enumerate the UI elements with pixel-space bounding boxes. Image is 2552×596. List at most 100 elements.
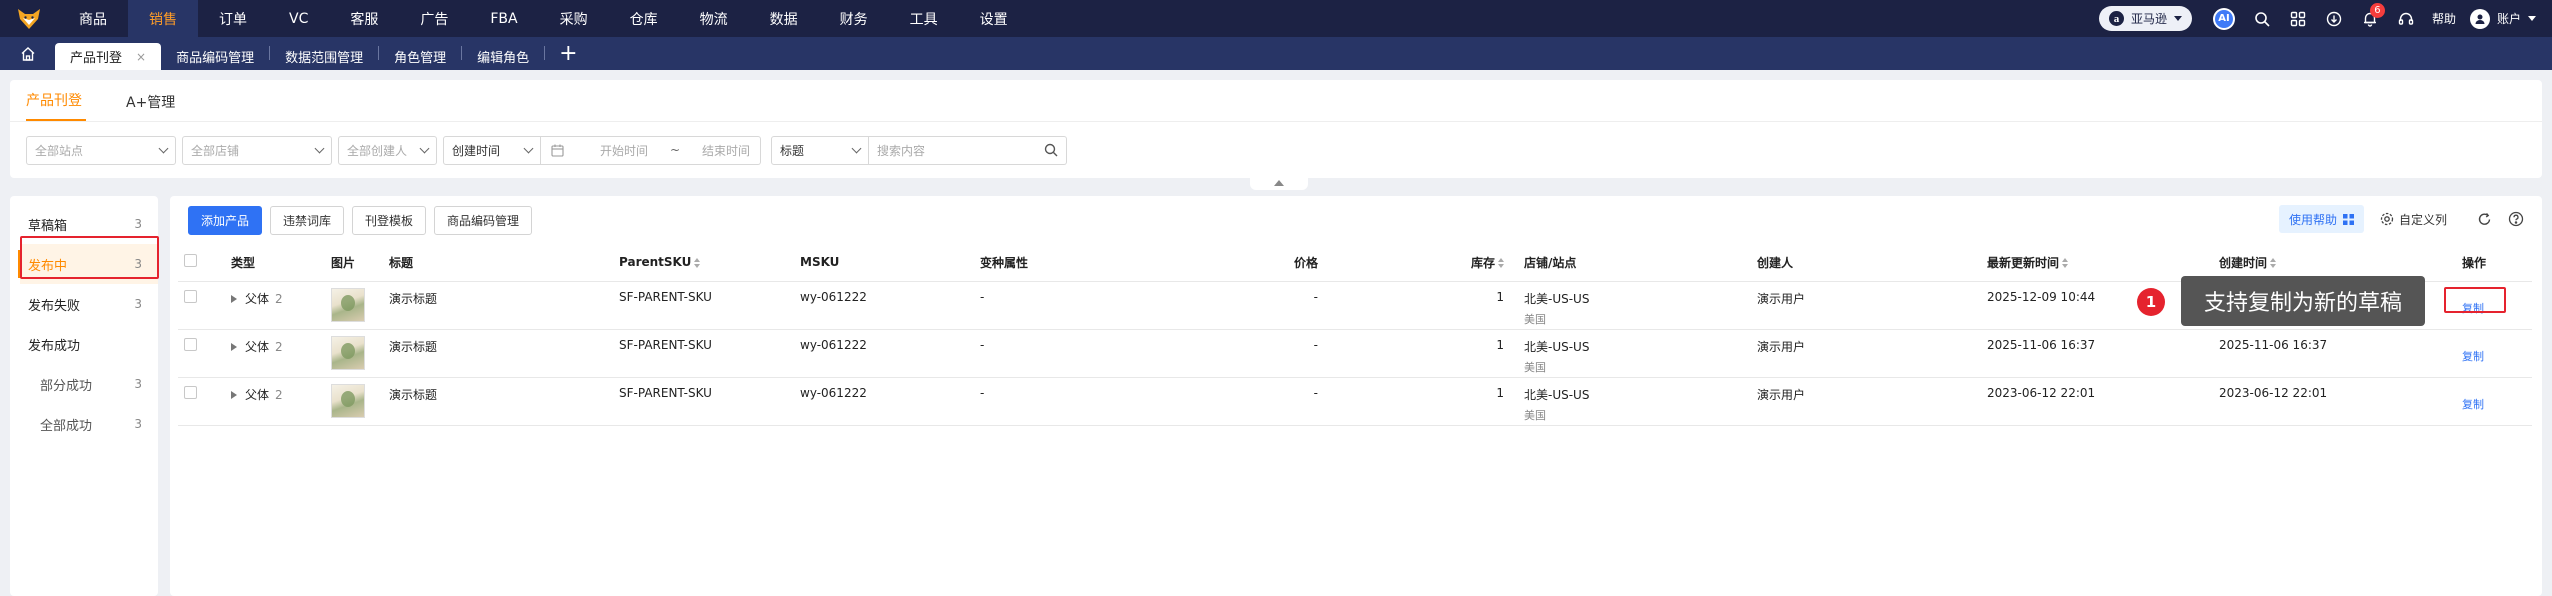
- col-parent-sku[interactable]: ParentSKU: [613, 244, 794, 282]
- sort-icon[interactable]: [2270, 258, 2277, 269]
- select-all-checkbox[interactable]: [184, 254, 197, 268]
- time-type-select[interactable]: 创建时间: [443, 135, 541, 165]
- user-avatar-icon: [2469, 8, 2490, 29]
- sidebar-item-all-success[interactable]: 全部成功 3: [10, 404, 158, 444]
- row-select-cell: [178, 329, 225, 378]
- price-cell: -: [1174, 329, 1324, 378]
- expand-row-icon[interactable]: [231, 295, 237, 303]
- banned-words-button[interactable]: 违禁词库: [270, 205, 345, 235]
- caret-down-icon: [2528, 16, 2536, 21]
- highlight-box: [2444, 287, 2506, 313]
- sidebar-item-publish-success[interactable]: 发布成功: [10, 324, 158, 364]
- sort-icon[interactable]: [2062, 258, 2069, 269]
- close-icon[interactable]: ×: [136, 50, 146, 64]
- sidebar-item-partial-success[interactable]: 部分成功 3: [10, 364, 158, 404]
- chevron-down-icon: [158, 143, 169, 153]
- store-select[interactable]: 全部店铺: [182, 135, 332, 165]
- creator-select[interactable]: 全部创建人: [338, 135, 437, 165]
- variant-cell: -: [974, 281, 1174, 330]
- nav-item[interactable]: FBA: [469, 0, 538, 37]
- custom-columns-button[interactable]: 自定义列: [2380, 211, 2447, 228]
- collapse-filters-toggle[interactable]: [1250, 176, 1308, 190]
- account-menu[interactable]: 账户: [2469, 8, 2536, 29]
- table-row[interactable]: 父体 2 演示标题 SF-PARENT-SKU wy-061222- -1 北美-US-US…: [178, 281, 2532, 330]
- expand-row-icon[interactable]: [231, 343, 237, 351]
- ai-assistant-icon[interactable]: AI: [2212, 7, 2235, 30]
- sidebar-item-count: 3: [134, 417, 142, 431]
- updated-cell: 2025-11-06 16:37: [1981, 329, 2213, 378]
- title-cell: 演示标题: [383, 377, 613, 426]
- table-row[interactable]: 父体 2 演示标题 SF-PARENT-SKU wy-061222- -1 北美-US-US…: [178, 329, 2532, 378]
- home-icon[interactable]: [0, 37, 55, 70]
- subtab-a-plus[interactable]: A+管理: [126, 92, 179, 121]
- nav-item[interactable]: VC: [268, 0, 329, 37]
- keyword-filter: 标题 搜索内容: [771, 135, 1067, 165]
- sidebar-item-publish-failed[interactable]: 发布失败 3: [10, 284, 158, 324]
- tab-edit-role[interactable]: 编辑角色: [462, 43, 544, 70]
- start-date-input[interactable]: 开始时间: [600, 142, 648, 159]
- nav-item[interactable]: 广告: [399, 0, 469, 37]
- child-count: 2: [275, 291, 283, 306]
- table-row[interactable]: 父体 2 演示标题 SF-PARENT-SKU wy-061222- -1 北美-US-US…: [178, 377, 2532, 426]
- tab-data-scope-manage[interactable]: 数据范围管理: [270, 43, 378, 70]
- product-thumbnail[interactable]: [331, 335, 365, 370]
- fox-logo-icon[interactable]: [0, 0, 58, 37]
- date-range-picker[interactable]: 开始时间 ~ 结束时间: [541, 135, 761, 165]
- row-checkbox[interactable]: [184, 289, 197, 303]
- stock-cell: 1: [1324, 329, 1510, 378]
- copy-link[interactable]: 复制: [2462, 396, 2484, 412]
- chevron-down-icon: [851, 143, 862, 153]
- add-tab-icon[interactable]: +: [545, 37, 591, 70]
- nav-item[interactable]: 商品: [58, 0, 128, 37]
- search-field-select[interactable]: 标题: [771, 135, 869, 165]
- copy-link[interactable]: 复制: [2462, 348, 2484, 364]
- subtab-product-listing[interactable]: 产品刊登: [26, 90, 86, 121]
- sidebar-item-label: 全部成功: [40, 418, 93, 434]
- nav-item[interactable]: 订单: [198, 0, 268, 37]
- site-select[interactable]: 全部站点: [26, 135, 176, 165]
- nav-item[interactable]: 工具: [889, 0, 959, 37]
- image-cell: [325, 377, 383, 426]
- search-icon[interactable]: [2244, 0, 2280, 37]
- add-product-button[interactable]: 添加产品: [188, 205, 263, 235]
- table-toolbar: 添加产品 违禁词库 刊登模板 商品编码管理: [170, 196, 2542, 244]
- tab-role-manage[interactable]: 角色管理: [379, 43, 461, 70]
- marketplace-switcher[interactable]: a 亚马逊: [2098, 6, 2192, 31]
- product-thumbnail[interactable]: [331, 383, 365, 418]
- usage-help-button[interactable]: 使用帮助: [2278, 205, 2364, 233]
- search-input[interactable]: 搜索内容: [869, 135, 1067, 165]
- headset-icon[interactable]: [2388, 0, 2424, 37]
- product-thumbnail[interactable]: [331, 287, 365, 322]
- col-updated[interactable]: 最新更新时间: [1981, 244, 2213, 282]
- help-link[interactable]: 帮助: [2432, 10, 2456, 27]
- store-site-cell: 北美-US-US 美国: [1518, 281, 1751, 330]
- search-icon[interactable]: [1044, 143, 1058, 157]
- nav-item[interactable]: 采购: [539, 0, 609, 37]
- nav-item[interactable]: 设置: [959, 0, 1029, 37]
- image-cell: [325, 281, 383, 330]
- row-checkbox[interactable]: [184, 337, 197, 351]
- apps-grid-icon[interactable]: [2280, 0, 2316, 37]
- col-stock[interactable]: 库存: [1324, 244, 1510, 282]
- msku-cell: wy-061222: [794, 377, 974, 426]
- sort-icon[interactable]: [694, 257, 701, 268]
- nav-item[interactable]: 数据: [749, 0, 819, 37]
- nav-item[interactable]: 仓库: [609, 0, 679, 37]
- tab-product-listing[interactable]: 产品刊登 ×: [55, 43, 162, 70]
- nav-item[interactable]: 客服: [329, 0, 399, 37]
- tab-label: 数据范围管理: [285, 51, 364, 66]
- download-icon[interactable]: [2316, 0, 2352, 37]
- product-code-manage-button[interactable]: 商品编码管理: [434, 205, 533, 235]
- nav-item[interactable]: 财务: [819, 0, 889, 37]
- notification-bell-icon[interactable]: 6: [2352, 0, 2388, 37]
- end-date-input[interactable]: 结束时间: [702, 142, 750, 159]
- nav-item[interactable]: 销售: [128, 0, 198, 37]
- help-circle-icon[interactable]: [2508, 211, 2524, 227]
- listing-template-button[interactable]: 刊登模板: [352, 205, 427, 235]
- nav-item[interactable]: 物流: [679, 0, 749, 37]
- row-checkbox[interactable]: [184, 385, 197, 399]
- sort-icon[interactable]: [1498, 258, 1504, 269]
- refresh-icon[interactable]: [2477, 212, 2492, 227]
- tab-product-code-manage[interactable]: 商品编码管理: [161, 43, 269, 70]
- expand-row-icon[interactable]: [231, 391, 237, 399]
